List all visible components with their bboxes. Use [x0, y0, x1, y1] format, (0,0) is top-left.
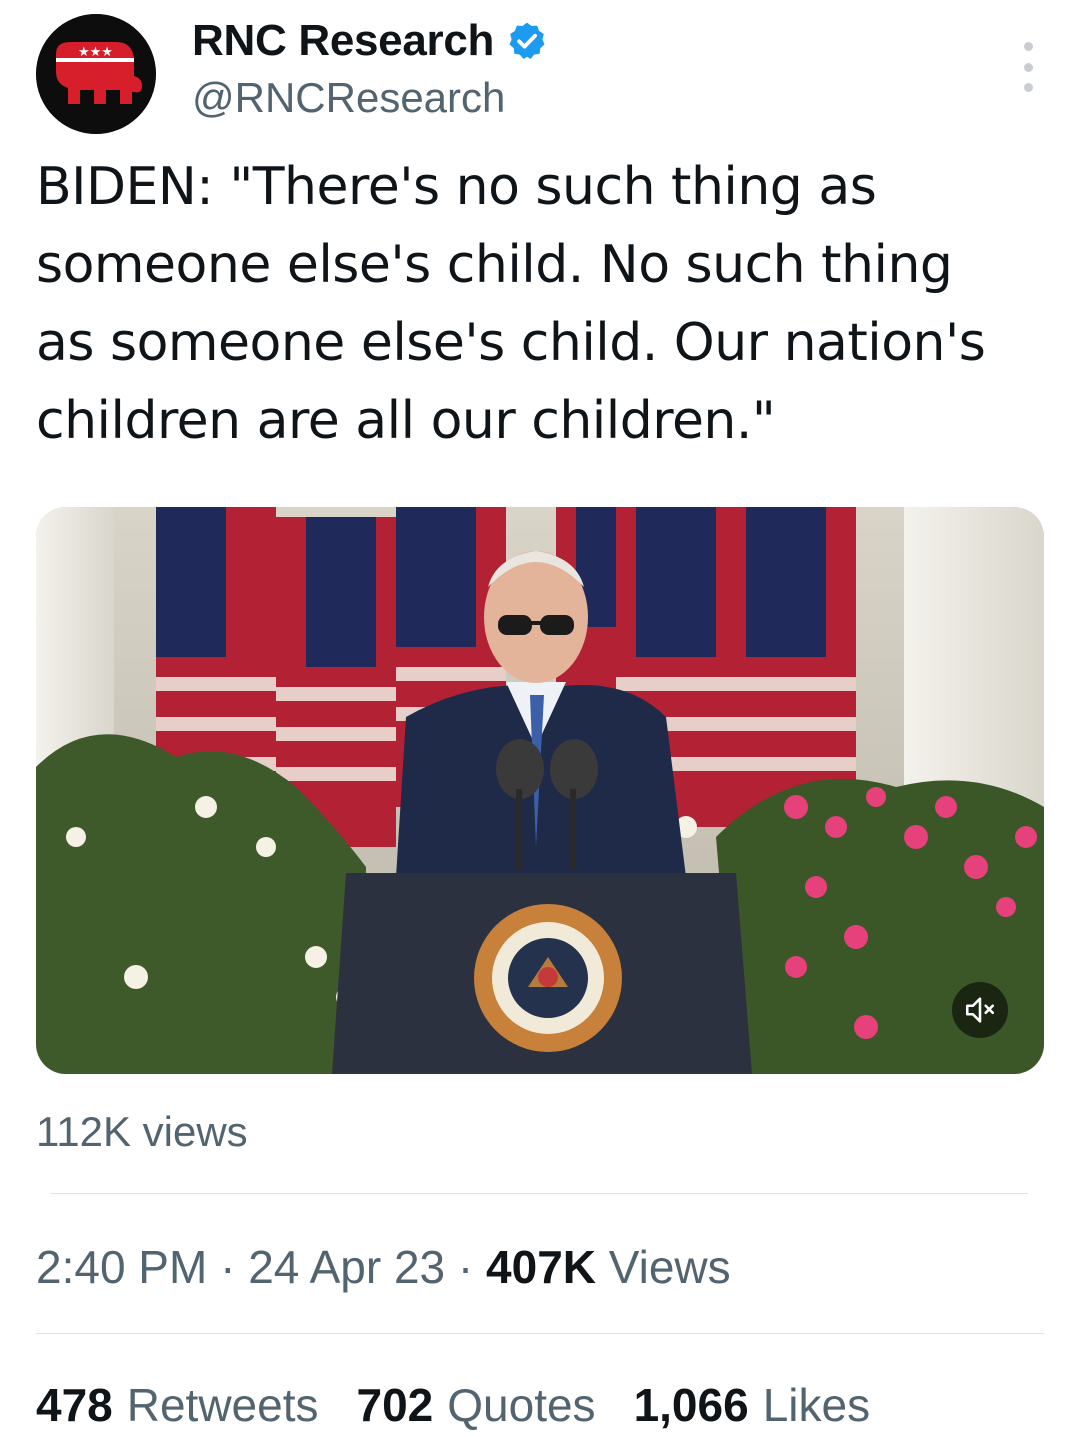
views-count[interactable]: 407K — [486, 1241, 596, 1293]
tweet-header: ★★★ RNC Research @RNCResearch — [36, 14, 1044, 138]
tweet-video[interactable] — [36, 507, 1044, 1074]
retweets-label: Retweets — [126, 1379, 319, 1431]
video-views-count: 112K views — [36, 1108, 248, 1155]
video-frame — [36, 507, 1044, 1074]
separator: · — [457, 1241, 474, 1293]
likes-stat[interactable]: 1,066 Likes — [634, 1378, 871, 1432]
more-options-icon[interactable] — [1018, 42, 1038, 92]
volume-muted-icon — [965, 997, 995, 1023]
gop-elephant-logo-icon: ★★★ — [36, 14, 156, 134]
retweets-stat[interactable]: 478 Retweets — [36, 1378, 319, 1432]
retweets-count: 478 — [36, 1379, 113, 1431]
likes-count: 1,066 — [633, 1379, 749, 1431]
avatar[interactable]: ★★★ — [36, 14, 156, 134]
divider — [36, 1333, 1044, 1334]
likes-label: Likes — [762, 1379, 871, 1431]
tweet-meta: 2:40 PM · 24 Apr 23 · 407K Views — [36, 1240, 731, 1294]
display-name[interactable]: RNC Research — [192, 16, 494, 66]
separator: · — [220, 1241, 236, 1293]
svg-text:★★★: ★★★ — [78, 45, 113, 60]
mute-button[interactable] — [952, 982, 1008, 1038]
views-label[interactable]: Views — [609, 1241, 731, 1293]
quotes-label: Quotes — [447, 1379, 596, 1431]
tweet-text: BIDEN: "There's no such thing as someone… — [36, 157, 986, 451]
tweet-time[interactable]: 2:40 PM — [36, 1241, 207, 1293]
verified-badge-icon — [509, 22, 545, 60]
engagement-stats: 478 Retweets 702 Quotes 1,066 Likes — [36, 1378, 870, 1432]
quotes-stat[interactable]: 702 Quotes — [357, 1378, 596, 1432]
divider — [50, 1193, 1028, 1194]
tweet-date[interactable]: 24 Apr 23 — [248, 1241, 445, 1293]
quotes-count: 702 — [356, 1379, 434, 1431]
display-name-row[interactable]: RNC Research — [192, 16, 548, 66]
account-handle[interactable]: @RNCResearch — [192, 74, 505, 122]
